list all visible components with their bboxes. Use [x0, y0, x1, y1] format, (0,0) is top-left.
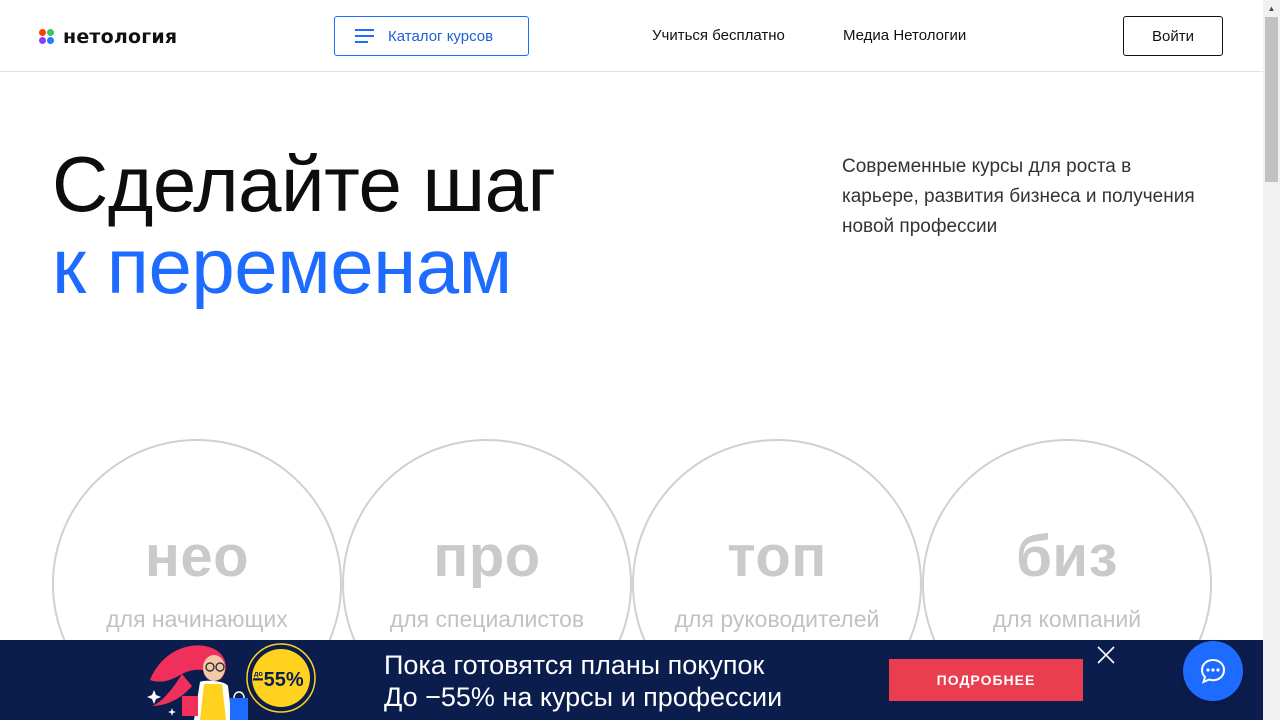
level-title: биз [1016, 524, 1118, 589]
close-icon[interactable] [1096, 645, 1116, 665]
level-subtitle: для руководителей [674, 606, 880, 632]
logo-text: нетология [63, 26, 178, 48]
hero-description: Современные курсы для роста в карьере, р… [842, 156, 1195, 237]
promo-illustration: до −55% [147, 643, 316, 720]
page: нетология Каталог курсов Учиться бесплат… [0, 0, 1280, 720]
promo-line1: Пока готовятся планы покупок [384, 650, 765, 680]
catalog-button[interactable]: Каталог курсов [334, 16, 529, 56]
promo-line2: До −55% на курсы и профессии [384, 682, 783, 712]
level-title: нео [144, 524, 250, 589]
logo-icon [39, 29, 55, 45]
scroll-up-arrow-icon[interactable]: ▲ [1263, 0, 1280, 17]
promo-details-button[interactable]: ПОДРОБНЕЕ [889, 659, 1083, 701]
level-subtitle: для компаний [992, 606, 1142, 632]
badge-value: −55% [252, 669, 304, 691]
scrollbar[interactable]: ▲ [1263, 0, 1280, 720]
catalog-button-label: Каталог курсов [388, 27, 494, 45]
level-subtitle: для специалистов [389, 606, 585, 632]
login-button[interactable]: Войти [1123, 16, 1223, 56]
level-title: про [433, 524, 541, 589]
hero-title-line1: Сделайте шаг [52, 140, 556, 228]
level-title: топ [727, 524, 827, 589]
menu-icon [355, 29, 374, 43]
nav-link-media[interactable]: Медиа Нетологии [843, 27, 966, 44]
promo-text: Пока готовятся планы покупок До −55% на … [384, 649, 782, 713]
logo[interactable]: нетология [39, 26, 177, 48]
promo-banner: до −55% Пока готовятся планы покупок До … [0, 640, 1263, 720]
site-header: нетология Каталог курсов Учиться бесплат… [0, 0, 1263, 72]
hero-title-line2: к переменам [52, 222, 512, 310]
chat-button[interactable] [1183, 641, 1243, 701]
level-subtitle: для начинающих [106, 606, 288, 632]
chat-icon [1200, 658, 1226, 684]
nav-link-free-learning[interactable]: Учиться бесплатно [652, 27, 785, 44]
scrollbar-thumb[interactable] [1265, 17, 1278, 182]
